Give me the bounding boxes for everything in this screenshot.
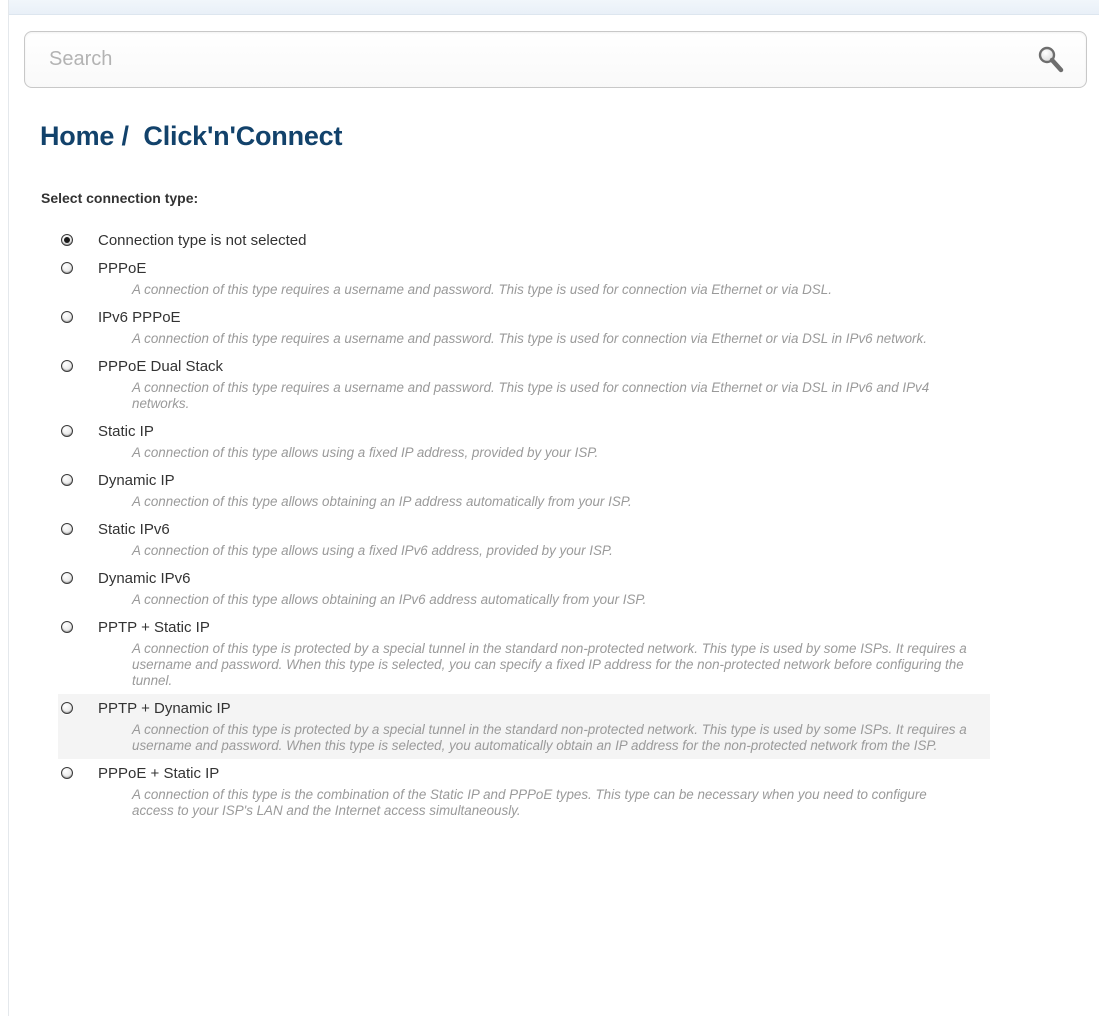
connection-type-label[interactable]: PPTP + Dynamic IP (98, 700, 231, 717)
connection-type-label[interactable]: PPPoE + Static IP (98, 765, 219, 782)
connection-option-row[interactable]: PPPoE + Static IP (58, 762, 990, 784)
connection-option: PPPoE + Static IP A connection of this ty… (58, 759, 990, 824)
connection-option: PPTP + Dynamic IP A connection of this ty… (58, 694, 990, 759)
connection-option-row[interactable]: Static IP (58, 420, 990, 442)
connection-option: Dynamic IP A connection of this type allo… (58, 466, 990, 515)
connection-type-radio[interactable] (61, 474, 73, 486)
breadcrumb: Home / Click'n'Connect (40, 121, 343, 151)
top-header-strip (8, 0, 1099, 15)
connection-type-radio[interactable] (61, 621, 73, 633)
connection-type-description: A connection of this type allows obtaini… (132, 494, 632, 509)
connection-type-radio[interactable] (61, 767, 73, 779)
connection-type-description: A connection of this type allows using a… (132, 543, 613, 558)
connection-type-description: A connection of this type is protected b… (132, 641, 967, 688)
connection-option-row[interactable]: PPPoE Dual Stack (58, 355, 990, 377)
connection-type-radio[interactable] (61, 234, 73, 246)
connection-option: Connection type is not selected (58, 226, 990, 254)
connection-option: Static IPv6 A connection of this type all… (58, 515, 990, 564)
connection-type-label[interactable]: IPv6 PPPoE (98, 309, 181, 326)
left-divider (8, 0, 9, 1016)
connection-option: PPPoE A connection of this type requires … (58, 254, 990, 303)
connection-type-label[interactable]: PPPoE (98, 260, 146, 277)
connection-option: Static IP A connection of this type allow… (58, 417, 990, 466)
connection-type-label[interactable]: Connection type is not selected (98, 232, 306, 249)
connection-type-description: A connection of this type requires a use… (132, 282, 832, 297)
connection-type-radio[interactable] (61, 425, 73, 437)
connection-option: Dynamic IPv6 A connection of this type al… (58, 564, 990, 613)
connection-type-radio[interactable] (61, 360, 73, 372)
search-input[interactable] (25, 32, 1005, 87)
connection-type-description: A connection of this type requires a use… (132, 380, 930, 411)
connection-type-description: A connection of this type is protected b… (132, 722, 967, 753)
search-icon[interactable] (1036, 45, 1066, 75)
connection-option-row[interactable]: IPv6 PPPoE (58, 306, 990, 328)
search-box[interactable] (24, 31, 1087, 88)
connection-option-row[interactable]: Connection type is not selected (58, 229, 990, 251)
connection-type-radio[interactable] (61, 262, 73, 274)
connection-type-description: A connection of this type requires a use… (132, 331, 927, 346)
connection-option-row[interactable]: PPPoE (58, 257, 990, 279)
connection-type-description: A connection of this type is the combina… (132, 787, 927, 818)
connection-option-row[interactable]: PPTP + Dynamic IP (58, 697, 990, 719)
connection-type-radio[interactable] (61, 572, 73, 584)
connection-type-label[interactable]: Dynamic IPv6 (98, 570, 191, 587)
connection-type-label[interactable]: Dynamic IP (98, 472, 175, 489)
connection-type-description: A connection of this type allows obtaini… (132, 592, 647, 607)
connection-type-description: A connection of this type allows using a… (132, 445, 599, 460)
connection-option-row[interactable]: Dynamic IP (58, 469, 990, 491)
connection-type-radio[interactable] (61, 702, 73, 714)
connection-type-label[interactable]: Static IP (98, 423, 154, 440)
connection-type-label[interactable]: Static IPv6 (98, 521, 170, 538)
connection-type-radio[interactable] (61, 523, 73, 535)
section-label: Select connection type: (41, 190, 199, 206)
connection-option: PPTP + Static IP A connection of this typ… (58, 613, 990, 694)
connection-type-label[interactable]: PPPoE Dual Stack (98, 358, 223, 375)
connection-type-radio[interactable] (61, 311, 73, 323)
connection-type-label[interactable]: PPTP + Static IP (98, 619, 210, 636)
connection-option-row[interactable]: Dynamic IPv6 (58, 567, 990, 589)
connection-option-row[interactable]: Static IPv6 (58, 518, 990, 540)
connection-type-list: Connection type is not selected PPPoE A co… (58, 226, 990, 824)
connection-option: IPv6 PPPoE A connection of this type requ… (58, 303, 990, 352)
connection-option: PPPoE Dual Stack A connection of this typ… (58, 352, 990, 417)
connection-option-row[interactable]: PPTP + Static IP (58, 616, 990, 638)
